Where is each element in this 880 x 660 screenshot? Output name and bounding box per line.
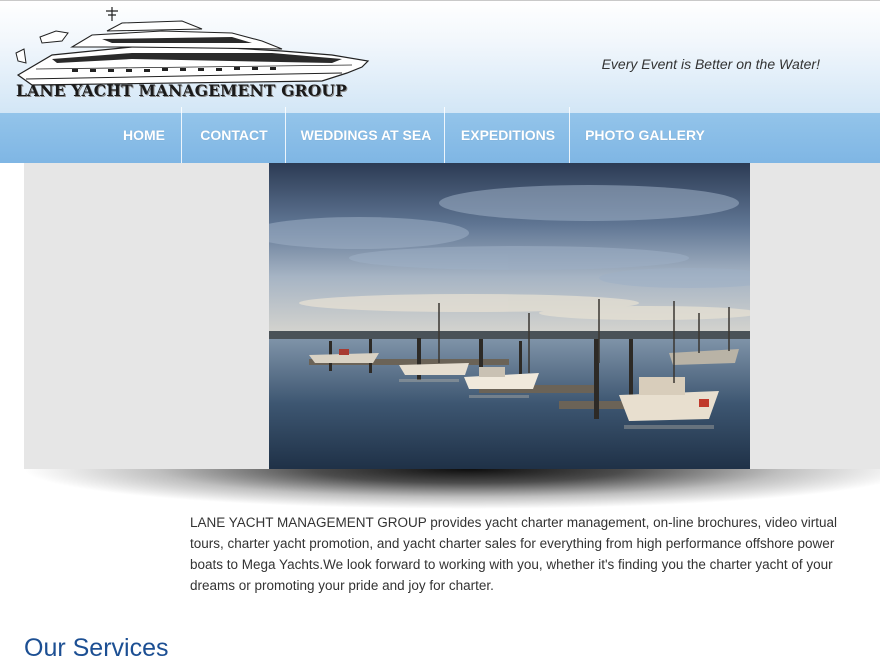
nav-item-home[interactable]: HOME — [110, 113, 178, 163]
brand-name: LANE YACHT MANAGEMENT GROUP — [16, 81, 348, 100]
nav-item-contact[interactable]: CONTACT — [185, 113, 283, 163]
harbor-image-icon — [269, 163, 750, 469]
services-heading: Our Services — [24, 634, 169, 660]
nav-divider — [444, 107, 445, 163]
harbor-photo — [269, 163, 750, 469]
tagline: Every Event is Better on the Water! — [601, 56, 820, 72]
nav-item-weddings-at-sea[interactable]: WEDDINGS AT SEA — [290, 113, 442, 163]
nav-item-expeditions[interactable]: EXPEDITIONS — [448, 113, 568, 163]
main-nav: HOME CONTACT WEDDINGS AT SEA EXPEDITIONS… — [0, 107, 880, 163]
nav-divider — [285, 107, 286, 163]
page: LANE YACHT MANAGEMENT GROUP Every Event … — [0, 0, 880, 660]
nav-divider — [569, 107, 570, 163]
site-logo[interactable]: LANE YACHT MANAGEMENT GROUP — [12, 3, 374, 100]
nav-divider — [181, 107, 182, 163]
slider-shadow — [24, 469, 880, 509]
nav-item-photo-gallery[interactable]: PHOTO GALLERY — [574, 113, 716, 163]
intro-paragraph: LANE YACHT MANAGEMENT GROUP provides yac… — [190, 515, 838, 593]
site-header: LANE YACHT MANAGEMENT GROUP Every Event … — [0, 0, 880, 113]
